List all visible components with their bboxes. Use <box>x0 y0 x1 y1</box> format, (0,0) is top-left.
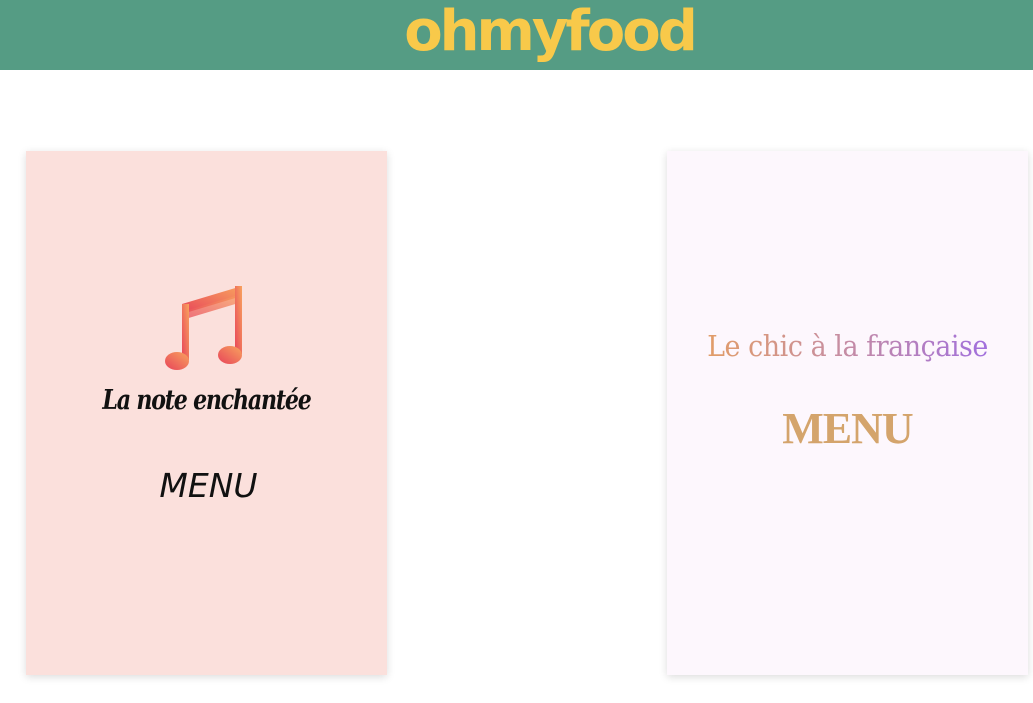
site-logo[interactable]: ohmyfood <box>404 4 698 60</box>
restaurant-card-le-chic-a-la-francaise[interactable]: Le chic à la française MENU <box>667 151 1028 675</box>
site-header: ohmyfood <box>0 0 1033 70</box>
restaurant-card-la-note-enchantee[interactable]: La note enchantée MENU <box>26 151 387 675</box>
music-note-icon <box>165 286 242 370</box>
restaurant-name: La note enchantée <box>102 385 311 416</box>
restaurant-name: Le chic à la française <box>680 329 1016 363</box>
menu-link[interactable]: MENU <box>667 403 1028 454</box>
menu-link[interactable]: MENU <box>28 466 389 505</box>
